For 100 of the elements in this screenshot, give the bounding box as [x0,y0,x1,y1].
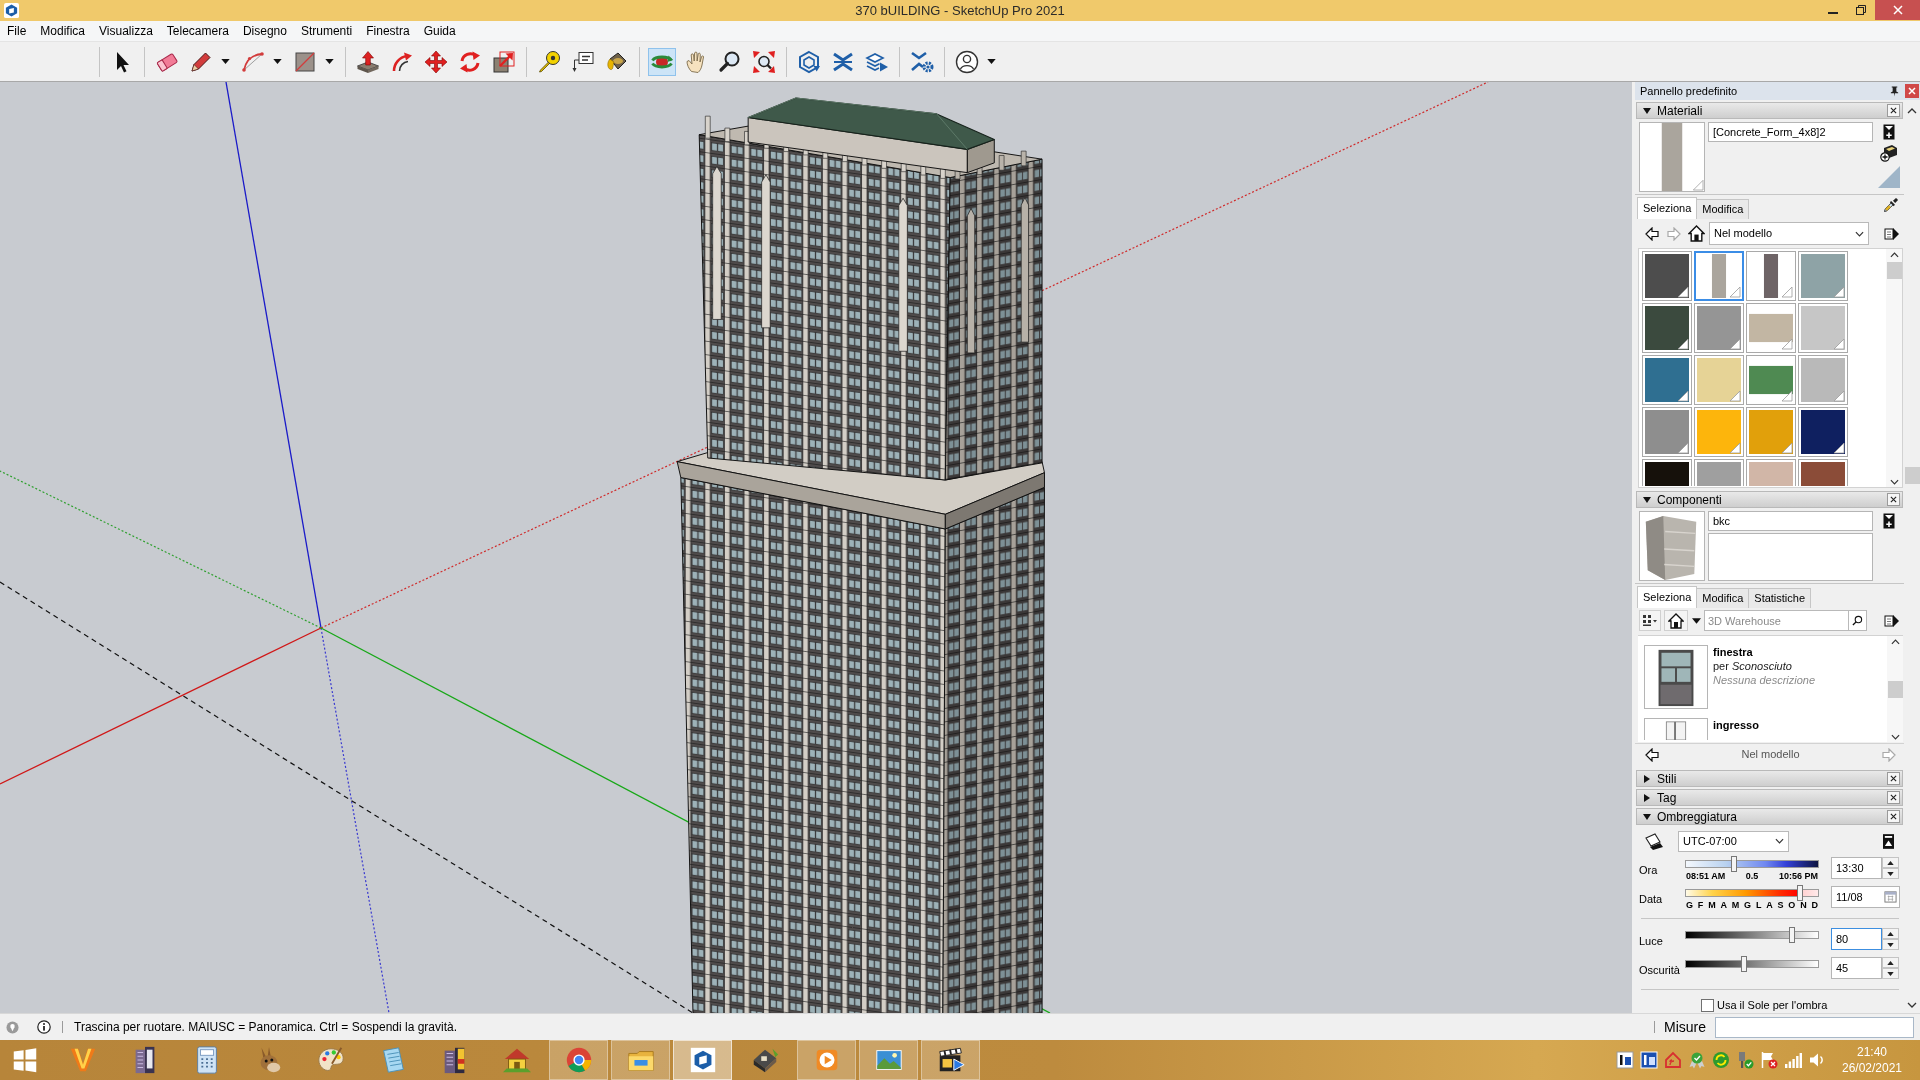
tab[interactable]: Modifica [1696,588,1750,608]
spin-down-button[interactable] [1882,968,1899,979]
section-header[interactable]: Stili [1636,770,1903,787]
material-swatch[interactable] [1642,355,1692,405]
box-plus-icon[interactable] [1883,124,1895,140]
speaker-icon[interactable] [1808,1051,1826,1069]
down-triangle-icon[interactable] [1887,942,1894,947]
material-swatch[interactable] [1694,459,1744,486]
material-swatch[interactable] [1642,459,1692,486]
down-triangle-icon[interactable] [1887,971,1894,976]
taskbar-button[interactable] [673,1040,732,1080]
material-swatch[interactable] [1642,251,1692,301]
scrollbar[interactable] [1886,249,1902,487]
menu-item[interactable]: Modifica [33,22,93,40]
plug-check-icon[interactable] [1736,1051,1754,1069]
scrollbar[interactable] [1887,636,1903,742]
chevron-up-icon[interactable] [1890,639,1900,645]
up-triangle-icon[interactable] [1887,931,1894,936]
scroll-thumb[interactable] [1886,262,1902,279]
material-swatch[interactable] [1746,407,1796,457]
material-swatch[interactable] [1694,407,1744,457]
date-field[interactable]: 11/08 [1831,886,1900,908]
menu-item[interactable]: Strumenti [293,22,360,40]
sync-icon[interactable] [1712,1051,1730,1069]
material-swatch[interactable] [1798,251,1848,301]
material-swatch[interactable] [1746,303,1796,353]
material-name-field[interactable]: [Concrete_Form_4x8]2 [1708,122,1873,142]
up-triangle-icon[interactable] [1887,960,1894,965]
menu-item[interactable]: Telecamera [159,22,236,40]
search-button[interactable] [1848,611,1866,630]
checkbox-label[interactable]: Usa il Sole per l'ombra [1717,997,1828,1014]
component-thumbnail[interactable] [1644,718,1708,740]
search-field[interactable]: 3D Warehouse [1704,610,1867,631]
caret-icon[interactable] [272,59,282,64]
material-swatch[interactable] [1746,355,1796,405]
material-swatch[interactable] [1746,251,1796,301]
spin-up-button[interactable] [1882,857,1899,868]
scroll-thumb[interactable] [1904,467,1920,484]
menu-item[interactable]: Disegno [235,22,294,40]
component-thumbnail[interactable] [1644,645,1708,709]
material-swatch[interactable] [1798,459,1848,486]
caret-icon[interactable] [1691,617,1701,624]
value-field[interactable]: 13:30 [1831,857,1882,879]
search-icon[interactable] [1852,615,1863,626]
tile-bars-icon[interactable] [1616,1051,1634,1069]
slider-thumb[interactable] [1730,856,1737,872]
chevron-down-icon[interactable] [1889,479,1899,485]
inverted-tile-icon[interactable] [1640,1051,1658,1069]
up-triangle-icon[interactable] [1887,860,1894,865]
section-header[interactable]: Ombreggiatura [1636,808,1903,825]
value-field[interactable]: 45 [1831,957,1882,979]
shadow-box-icon[interactable] [1644,832,1664,850]
down-triangle-icon[interactable] [1643,495,1651,504]
flag-error-icon[interactable] [1760,1051,1778,1069]
caret-icon[interactable] [324,59,334,64]
component-name[interactable]: ingresso [1713,718,1759,732]
slider-thumb[interactable] [1788,927,1795,943]
chevron-down-icon[interactable] [1855,230,1864,237]
triangle-swatch-icon[interactable] [1878,166,1900,188]
spin-down-button[interactable] [1882,868,1899,879]
chevron-down-icon[interactable] [1775,838,1784,844]
component-name[interactable]: finestra [1713,645,1816,659]
slider-thumb[interactable] [1741,956,1748,972]
material-swatch[interactable] [1746,459,1796,486]
spin-down-button[interactable] [1882,939,1899,950]
right-triangle-icon[interactable] [1643,793,1651,802]
restore-icon[interactable] [1856,5,1866,15]
menu-item[interactable]: Finestra [359,22,417,40]
app-logo-icon[interactable] [4,3,19,18]
tab[interactable]: Modifica [1696,199,1750,219]
menu-item[interactable]: File [0,22,34,40]
material-swatch[interactable] [1642,407,1692,457]
checkbox[interactable] [1701,998,1714,1012]
description-field[interactable] [1708,532,1873,581]
tab[interactable]: Seleziona [1637,197,1698,219]
caret-icon[interactable] [986,59,996,64]
menu-item[interactable]: Visualizza [92,22,160,40]
collection-dropdown[interactable]: Nel modello [1709,222,1869,245]
down-triangle-icon[interactable] [1887,871,1894,876]
value-field[interactable]: 80 [1831,928,1882,950]
material-swatch[interactable] [1798,303,1848,353]
section-header[interactable]: Componenti [1636,491,1903,508]
info-icon[interactable] [37,1020,51,1034]
right-triangle-icon[interactable] [1643,774,1651,783]
measurements-field[interactable] [1715,1016,1914,1038]
caret-icon[interactable] [220,59,230,64]
component-name-field[interactable]: bkc [1708,511,1873,531]
cube-plus-icon[interactable] [1880,144,1898,162]
chevron-down-icon[interactable] [1890,734,1900,740]
badge-check-icon[interactable] [1688,1051,1706,1069]
material-swatch[interactable] [1694,251,1744,301]
spin-up-button[interactable] [1882,928,1899,939]
material-swatch[interactable] [1694,303,1744,353]
down-triangle-icon[interactable] [1643,812,1651,821]
down-triangle-icon[interactable] [1643,106,1651,115]
slider-thumb[interactable] [1796,885,1803,901]
timezone-dropdown[interactable]: UTC-07:00 [1678,830,1789,852]
material-swatch[interactable] [1798,355,1848,405]
menu-item[interactable]: Guida [416,22,463,40]
spin-up-button[interactable] [1882,957,1899,968]
